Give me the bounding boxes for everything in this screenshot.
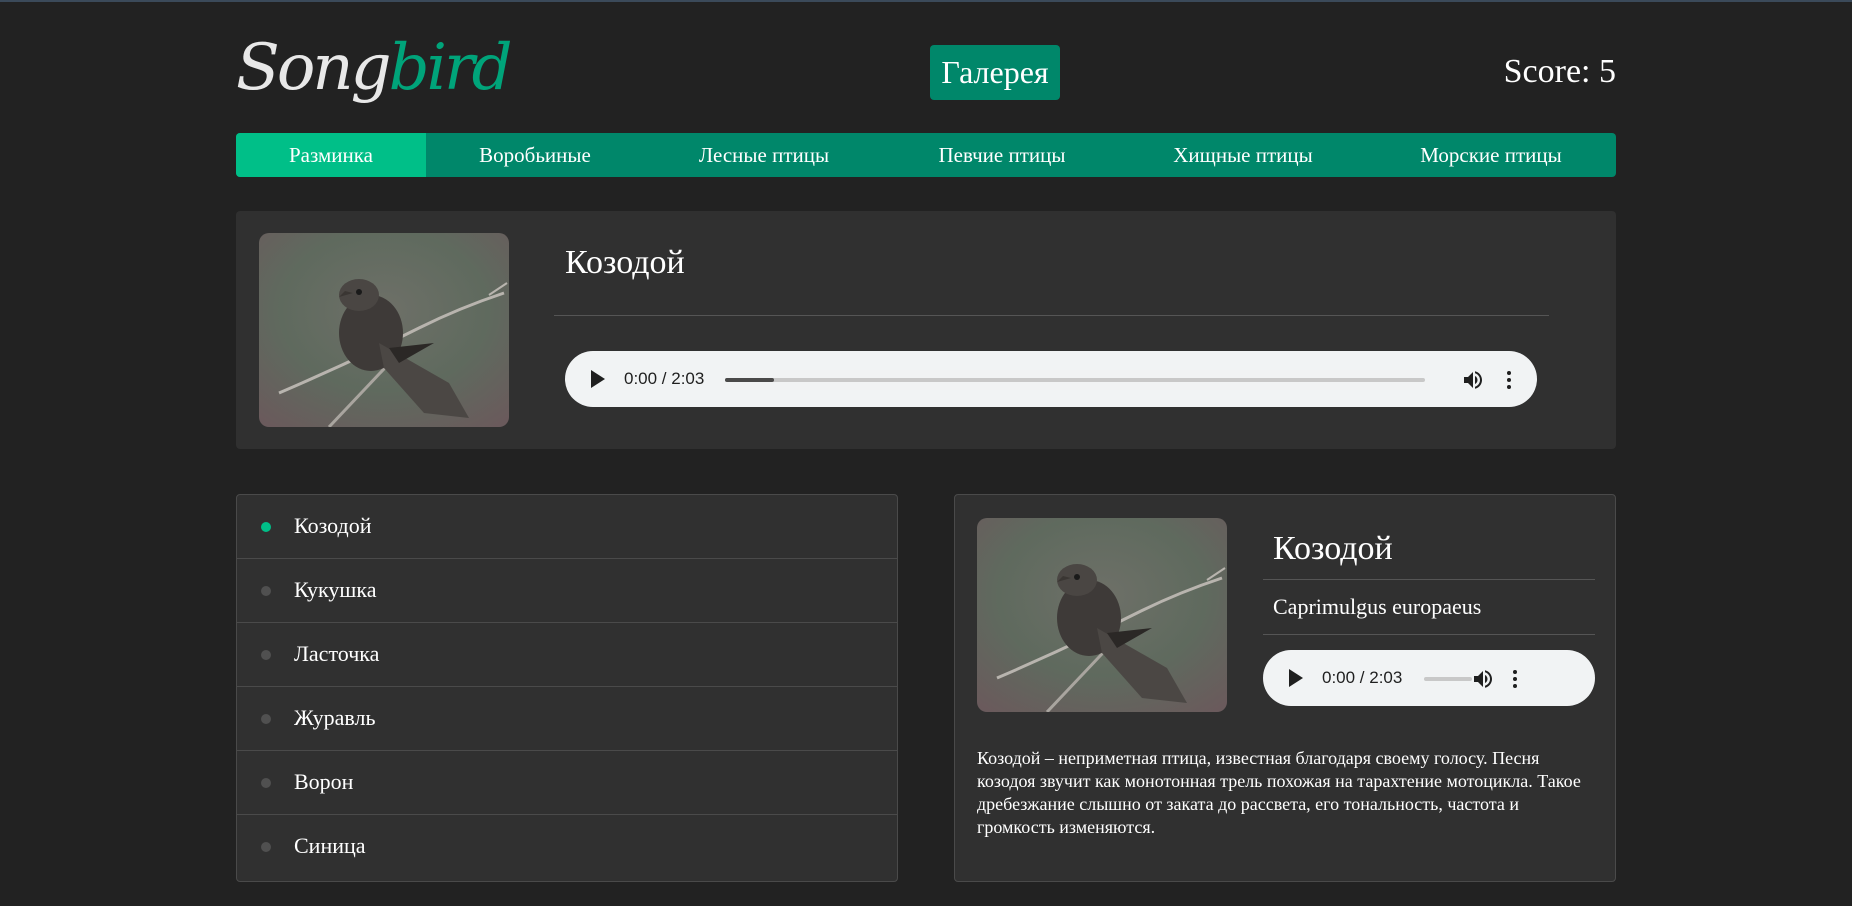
volume-icon[interactable]: [1461, 368, 1485, 392]
nav-item-warmup[interactable]: Разминка: [236, 133, 426, 177]
answer-label: Ворон: [294, 769, 354, 794]
question-audio-player[interactable]: 0:00 / 2:03: [565, 351, 1537, 407]
details-bird-image: [977, 518, 1227, 712]
answer-option[interactable]: Ворон: [237, 751, 897, 815]
answer-label: Козодой: [294, 513, 372, 538]
details-divider: [1263, 579, 1595, 580]
nav-item-birds-of-prey[interactable]: Хищные птицы: [1120, 133, 1366, 177]
answer-indicator-dot: [261, 522, 271, 532]
answer-option[interactable]: Синица: [237, 815, 897, 878]
more-options-icon[interactable]: [1510, 668, 1520, 690]
details-audio-player[interactable]: 0:00 / 2:03: [1263, 650, 1595, 706]
answer-option[interactable]: Козодой: [237, 495, 897, 559]
songbird-logo: Songbird: [236, 28, 513, 108]
play-icon[interactable]: [591, 370, 605, 388]
question-divider: [554, 315, 1549, 316]
details-bird-name: Козодой: [1273, 530, 1393, 567]
answer-indicator-dot: [261, 778, 271, 788]
question-bird-name: Козодой: [565, 244, 685, 281]
answer-indicator-dot: [261, 650, 271, 660]
details-divider: [1263, 634, 1595, 635]
audio-progress-fill: [725, 378, 774, 382]
audio-progress-bar[interactable]: [725, 378, 1425, 382]
details-latin-name: Caprimulgus europaeus: [1273, 594, 1482, 619]
nav-item-songbirds[interactable]: Певчие птицы: [884, 133, 1120, 177]
bird-details-card: Козодой Caprimulgus europaeus 0:00 / 2:0…: [954, 494, 1616, 882]
answer-label: Ласточка: [294, 641, 380, 666]
gallery-button[interactable]: Галерея: [930, 45, 1060, 100]
question-panel: Козодой 0:00 / 2:03: [236, 211, 1616, 449]
play-icon[interactable]: [1289, 669, 1303, 687]
answer-option[interactable]: Кукушка: [237, 559, 897, 623]
audio-time: 0:00 / 2:03: [624, 369, 705, 388]
bird-description: Козодой – неприметная птица, известная б…: [977, 748, 1581, 837]
answer-indicator-dot: [261, 714, 271, 724]
answer-indicator-dot: [261, 586, 271, 596]
nav-item-passerines[interactable]: Воробьиные: [426, 133, 644, 177]
more-options-icon[interactable]: [1504, 369, 1514, 391]
question-bird-image: [259, 233, 509, 427]
audio-progress-bar[interactable]: [1424, 677, 1472, 681]
nav-item-sea-birds[interactable]: Морские птицы: [1366, 133, 1616, 177]
logo-text-song: Song: [236, 31, 392, 105]
answer-option[interactable]: Ласточка: [237, 623, 897, 687]
score-display: Score: 5: [1503, 53, 1616, 90]
volume-icon[interactable]: [1471, 667, 1495, 691]
answer-label: Кукушка: [294, 577, 377, 602]
answer-option[interactable]: Журавль: [237, 687, 897, 751]
answer-label: Синица: [294, 833, 366, 858]
answers-list: Козодой Кукушка Ласточка Журавль Ворон С…: [236, 494, 898, 882]
answer-indicator-dot: [261, 842, 271, 852]
nav-item-forest-birds[interactable]: Лесные птицы: [644, 133, 884, 177]
category-nav: Разминка Воробьиные Лесные птицы Певчие …: [236, 133, 1616, 177]
app-container: Songbird Галерея Score: 5 Разминка Вороб…: [236, 0, 1616, 906]
answer-label: Журавль: [294, 705, 376, 730]
logo-text-bird: bird: [388, 31, 513, 105]
audio-time: 0:00 / 2:03: [1322, 668, 1403, 687]
